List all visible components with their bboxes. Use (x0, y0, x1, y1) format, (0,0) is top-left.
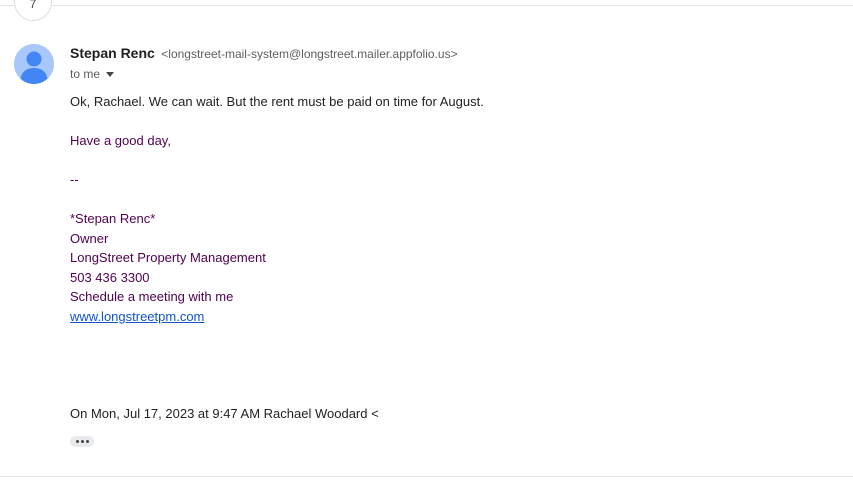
signature-name: *Stepan Renc* (70, 211, 156, 226)
signature-schedule: Schedule a meeting with me (70, 289, 234, 304)
signature-company: LongStreet Property Management (70, 250, 266, 265)
ellipsis-dot (80, 440, 84, 443)
sender-name[interactable]: Stepan Renc (70, 45, 155, 61)
sender-email: <longstreet-mail-system@longstreet.maile… (161, 47, 458, 61)
collapsed-messages-count[interactable]: 7 (14, 0, 52, 21)
signature-website-link[interactable]: www.longstreetpm.com (70, 309, 204, 324)
thread-divider-top (0, 5, 853, 6)
ellipsis-icon[interactable] (70, 436, 94, 447)
message-body-line1: Ok, Rachael. We can wait. But the rent m… (70, 94, 484, 109)
recipient-details-toggle[interactable]: to me (70, 67, 115, 81)
signature-phone: 503 436 3300 (70, 270, 150, 285)
recipient-label: to me (70, 67, 101, 81)
ellipsis-dot (85, 440, 89, 443)
person-avatar-icon[interactable] (14, 44, 54, 84)
quote-header: On Mon, Jul 17, 2023 at 9:47 AM Rachael … (70, 406, 379, 421)
message-body-line2: Have a good day, (70, 133, 171, 148)
signature-separator: -- (70, 172, 79, 187)
thread-divider-bottom (0, 476, 853, 477)
sender-line: Stepan Renc <longstreet-mail-system@long… (70, 45, 458, 63)
ellipsis-dot (75, 440, 79, 443)
signature-title: Owner (70, 231, 109, 246)
caret-down-icon[interactable] (106, 72, 115, 77)
email-message-view: 7 Stepan Renc <longstreet-mail-system@lo… (0, 0, 853, 482)
